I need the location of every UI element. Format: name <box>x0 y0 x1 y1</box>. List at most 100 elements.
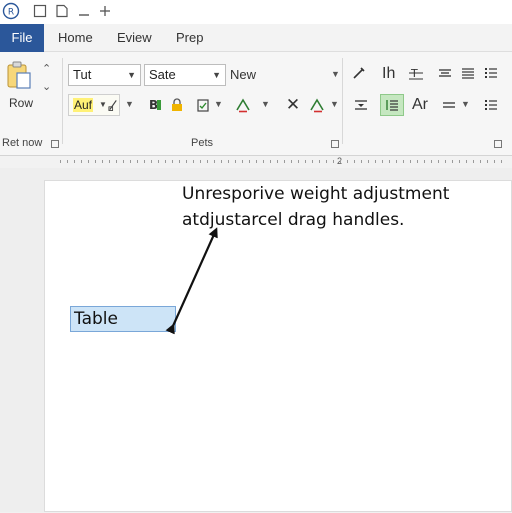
ruler-tick <box>102 160 103 163</box>
font-color-icon[interactable] <box>308 96 326 114</box>
ruler-tick <box>130 160 131 163</box>
ruler-tick <box>375 160 376 163</box>
ruler-tick <box>81 160 82 163</box>
bullet-list-icon[interactable] <box>482 96 500 114</box>
format-painter-icon <box>108 100 117 111</box>
paste-icon[interactable] <box>4 60 34 90</box>
heading-style-button[interactable]: Ih <box>382 65 395 83</box>
title-bar: R <box>0 0 512 24</box>
ruler-tick <box>60 160 61 163</box>
text-direction-button[interactable]: Ar <box>412 96 428 114</box>
ruler-tick <box>235 160 236 163</box>
svg-text:R: R <box>8 8 14 18</box>
ruler-tick <box>480 160 481 163</box>
ruler-tick <box>137 160 138 163</box>
ruler-tick <box>277 160 278 163</box>
document-page[interactable]: Unresporive weight adjustment atdjustarc… <box>44 180 512 512</box>
clipboard-check-icon[interactable] <box>194 96 212 114</box>
line-spacing-icon[interactable] <box>380 94 404 116</box>
chevron-down-icon[interactable]: ▼ <box>125 99 134 109</box>
chevron-down-icon[interactable]: ⌄ <box>42 80 51 93</box>
ruler-tick <box>200 160 201 163</box>
ruler-tick <box>242 160 243 163</box>
ruler-tick <box>284 160 285 163</box>
ruler-tick <box>410 160 411 163</box>
bold-icon[interactable]: B <box>146 96 164 114</box>
font-size-select[interactable]: Sate ▼ <box>144 64 226 86</box>
font-name-select[interactable]: Tut ▼ <box>68 64 141 86</box>
ruler-tick <box>305 160 306 163</box>
new-style-label[interactable]: New <box>230 67 256 82</box>
clear-format-icon[interactable]: ✕ <box>284 95 302 114</box>
align-left-icon[interactable] <box>440 96 458 114</box>
pen-icon[interactable] <box>350 64 368 82</box>
ruler-tick <box>123 160 124 163</box>
ruler-tick <box>326 160 327 163</box>
ruler-tick <box>389 160 390 163</box>
ruler-tick <box>116 160 117 163</box>
ruler-tick <box>179 160 180 163</box>
open-document-icon[interactable] <box>55 4 69 18</box>
tab-review[interactable]: Eview <box>109 24 160 52</box>
tab-prep[interactable]: Prep <box>168 24 211 52</box>
align-justify-icon[interactable] <box>459 64 477 82</box>
ruler-tick <box>270 160 271 163</box>
chevron-down-icon: ▼ <box>99 100 107 109</box>
ruler-tick <box>431 160 432 163</box>
ribbon: ⌃ ⌄ Row Ret now Tut ▼ Sate ▼ New Auf ▼ ▼… <box>0 52 512 156</box>
ruler-tick <box>256 160 257 163</box>
group-divider <box>342 58 343 144</box>
svg-text:B: B <box>149 98 158 112</box>
style-select[interactable]: Auf ▼ <box>68 94 120 116</box>
horizontal-ruler[interactable]: 2 <box>0 156 512 168</box>
minimize-icon[interactable] <box>77 4 91 18</box>
chevron-down-icon[interactable]: ▼ <box>261 99 270 109</box>
ruler-tick <box>298 160 299 163</box>
ruler-tick <box>487 160 488 163</box>
text-highlight-icon[interactable] <box>234 96 252 114</box>
new-document-icon[interactable] <box>33 4 47 18</box>
lock-icon[interactable] <box>168 96 186 114</box>
paragraph-launcher-icon[interactable] <box>494 140 502 148</box>
ruler-tick <box>95 160 96 163</box>
ruler-tick <box>291 160 292 163</box>
ruler-tick <box>347 160 348 163</box>
ruler-tick <box>249 160 250 163</box>
chevron-down-icon[interactable]: ▼ <box>461 99 470 109</box>
font-launcher-icon[interactable] <box>331 140 339 148</box>
ruler-tick <box>396 160 397 163</box>
clipboard-launcher-icon[interactable] <box>51 140 59 148</box>
chevron-down-icon[interactable]: ▼ <box>331 69 340 79</box>
chevron-down-icon: ▼ <box>212 70 221 80</box>
ruler-tick <box>403 160 404 163</box>
ruler-tick <box>319 160 320 163</box>
font-name-value: Tut <box>73 67 92 82</box>
ruler-tick <box>144 160 145 163</box>
ruler-tick <box>494 160 495 163</box>
ruler-tick <box>214 160 215 163</box>
numbered-list-icon[interactable] <box>482 64 500 82</box>
paste-button-label[interactable]: Row <box>9 96 33 110</box>
align-middle-icon[interactable] <box>352 96 370 114</box>
ruler-tick <box>88 160 89 163</box>
tab-file[interactable]: File <box>0 24 44 52</box>
ruler-tick <box>221 160 222 163</box>
ruler-tick <box>312 160 313 163</box>
group-divider <box>62 58 63 144</box>
tab-home[interactable]: Home <box>50 24 101 52</box>
strikethrough-icon[interactable]: T <box>407 64 425 82</box>
ruler-tick <box>452 160 453 163</box>
chevron-up-icon[interactable]: ⌃ <box>42 62 51 75</box>
ruler-tick <box>361 160 362 163</box>
add-icon[interactable] <box>98 4 112 18</box>
ruler-tick <box>165 160 166 163</box>
ruler-tick <box>172 160 173 163</box>
chevron-down-icon[interactable]: ▼ <box>330 99 339 109</box>
ruler-tick <box>193 160 194 163</box>
align-center-icon[interactable] <box>436 64 454 82</box>
app-icon[interactable]: R <box>2 2 20 20</box>
ruler-tick <box>445 160 446 163</box>
ruler-tick <box>207 160 208 163</box>
chevron-down-icon[interactable]: ▼ <box>214 99 223 109</box>
clipboard-group-label: Ret now <box>2 137 43 149</box>
